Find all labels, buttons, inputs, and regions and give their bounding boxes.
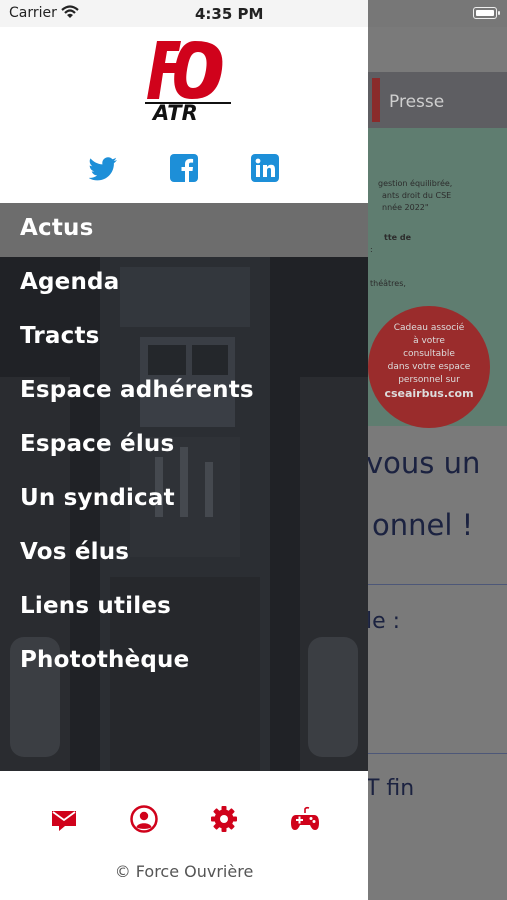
status-bar: Carrier 4:35 PM <box>0 0 507 27</box>
promo-site: cseairbus.com <box>384 387 474 400</box>
background-divider <box>368 584 507 585</box>
banner-text-line: tte de <box>384 233 412 242</box>
gear-icon[interactable] <box>209 804 239 834</box>
menu-item-label: Espace adhérents <box>20 377 254 403</box>
drawer-menu: Actus Agenda Tracts Espace adhérents Esp… <box>0 203 368 771</box>
copyright-text: © Force Ouvrière <box>114 862 254 881</box>
twitter-icon[interactable] <box>89 153 119 183</box>
background-heading-line: onnel ! <box>372 508 474 542</box>
side-drawer: ATR Actus Agenda Tracts Espace adhérents… <box>0 27 368 900</box>
fo-atr-logo: ATR <box>145 41 231 123</box>
linkedin-icon[interactable] <box>250 153 280 183</box>
menu-item-label: Espace élus <box>20 431 175 457</box>
mail-icon[interactable] <box>49 804 79 834</box>
background-text-line: le : <box>366 609 401 634</box>
battery-icon <box>473 7 500 19</box>
menu-item-espace-elus[interactable]: Espace élus <box>0 419 368 473</box>
banner-text-line: ants droit du CSE <box>382 191 452 200</box>
banner-text-line: théâtres, <box>370 279 406 288</box>
menu-item-label: Tracts <box>20 323 100 349</box>
menu-item-label: Agenda <box>20 269 120 295</box>
menu-item-liens-utiles[interactable]: Liens utiles <box>0 581 368 635</box>
menu-item-label: Photothèque <box>20 647 190 673</box>
wifi-icon <box>61 5 79 18</box>
banner-text-line: : <box>370 245 373 254</box>
background-heading-line: vous un <box>366 446 481 480</box>
menu-item-actus[interactable]: Actus <box>0 203 368 257</box>
menu-item-phototheque[interactable]: Photothèque <box>0 635 368 689</box>
banner-text-line: nnée 2022" <box>382 203 429 212</box>
tab-presse[interactable]: Presse <box>389 92 444 112</box>
drawer-header: ATR <box>0 27 368 203</box>
menu-item-vos-elus[interactable]: Vos élus <box>0 527 368 581</box>
menu-item-label: Liens utiles <box>20 593 172 619</box>
background-divider <box>368 753 507 754</box>
clock: 4:35 PM <box>195 5 264 23</box>
menu-item-espace-adherents[interactable]: Espace adhérents <box>0 365 368 419</box>
drawer-footer: © Force Ouvrière <box>0 771 368 900</box>
menu-item-label: Actus <box>20 215 94 241</box>
carrier-label: Carrier <box>9 5 57 21</box>
promo-line: dans votre espace <box>387 362 471 372</box>
banner-text-line: gestion équilibrée, <box>378 179 453 188</box>
background-tab-indicator <box>372 78 380 122</box>
logo-sub: ATR <box>151 101 198 123</box>
promo-line: personnel sur <box>398 375 460 385</box>
gamepad-icon[interactable] <box>290 804 320 834</box>
menu-item-label: Un syndicat <box>20 485 175 511</box>
menu-item-un-syndicat[interactable]: Un syndicat <box>0 473 368 527</box>
promo-text: Cadeau associé à votre consultable dans … <box>375 322 483 400</box>
user-icon[interactable] <box>129 804 159 834</box>
menu-item-agenda[interactable]: Agenda <box>0 257 368 311</box>
social-links <box>0 153 368 189</box>
menu-item-label: Vos élus <box>20 539 130 565</box>
menu-item-tracts[interactable]: Tracts <box>0 311 368 365</box>
background-text-line: T fin <box>366 776 415 801</box>
promo-line: à votre <box>413 336 445 346</box>
promo-line: consultable <box>403 349 455 359</box>
facebook-icon[interactable] <box>169 153 199 183</box>
promo-line: Cadeau associé <box>393 323 465 333</box>
